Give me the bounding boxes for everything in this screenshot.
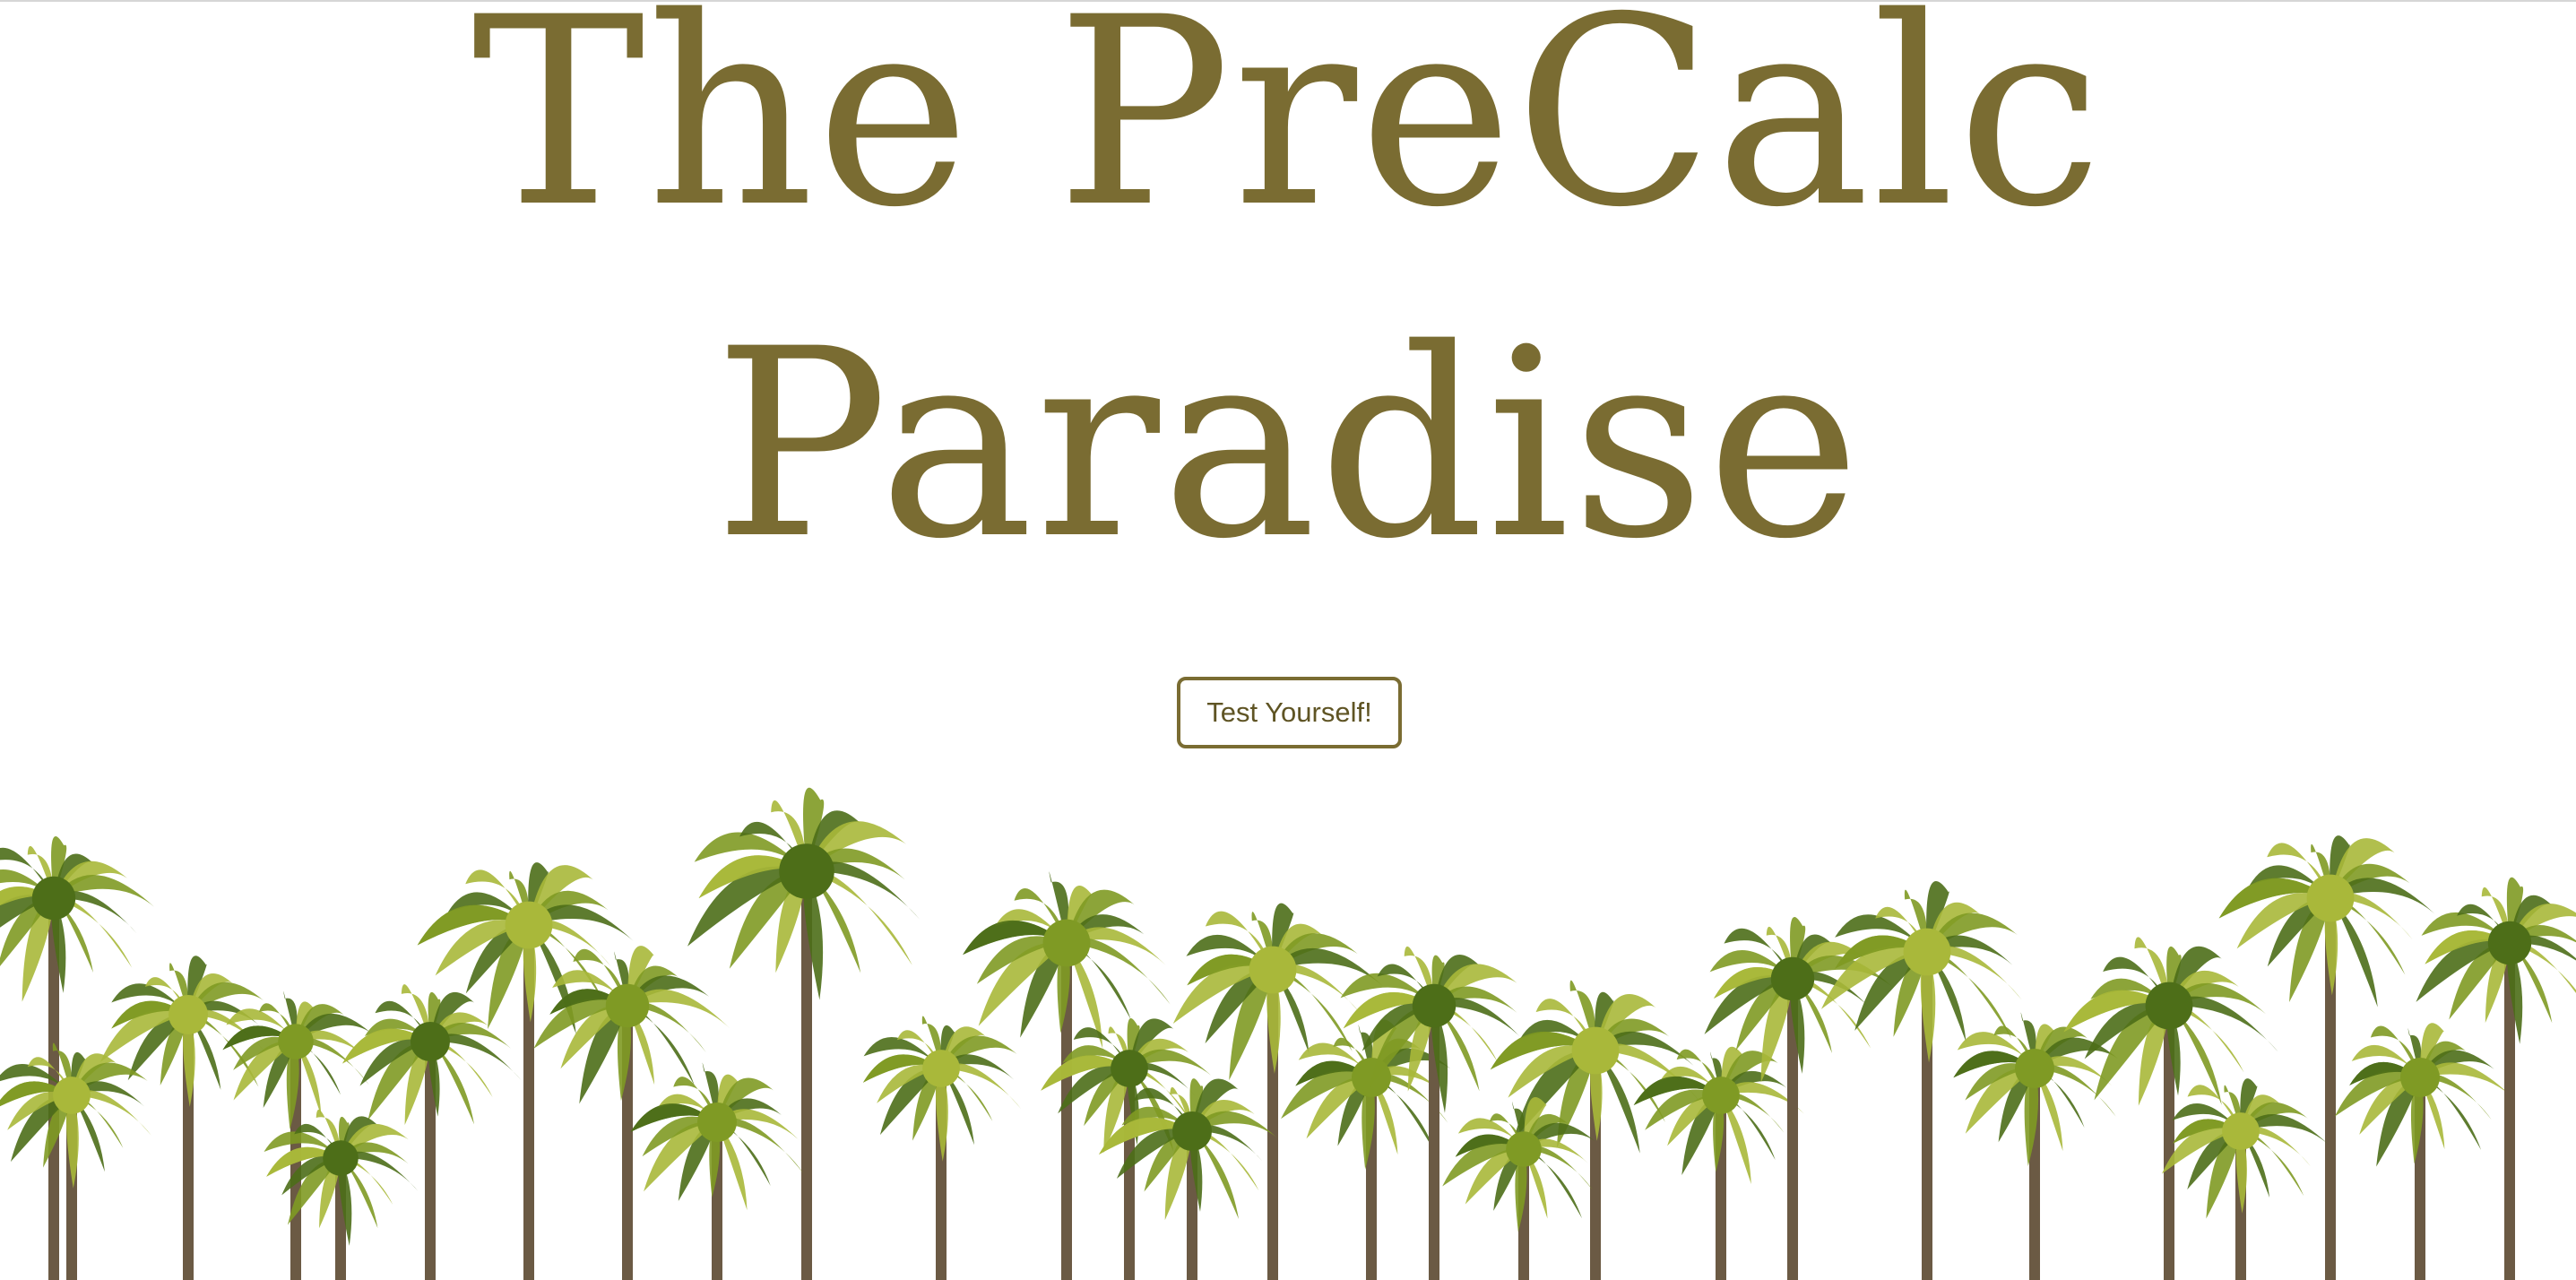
page-title-line-1: The PreCalc — [471, 0, 2105, 264]
landing-page: The PreCalc Paradise Test Yourself! — [0, 0, 2576, 1280]
test-yourself-button[interactable]: Test Yourself! — [1177, 677, 1402, 748]
palm-trees-icon — [0, 787, 2576, 1280]
page-title-line-2: Paradise — [713, 294, 1863, 596]
